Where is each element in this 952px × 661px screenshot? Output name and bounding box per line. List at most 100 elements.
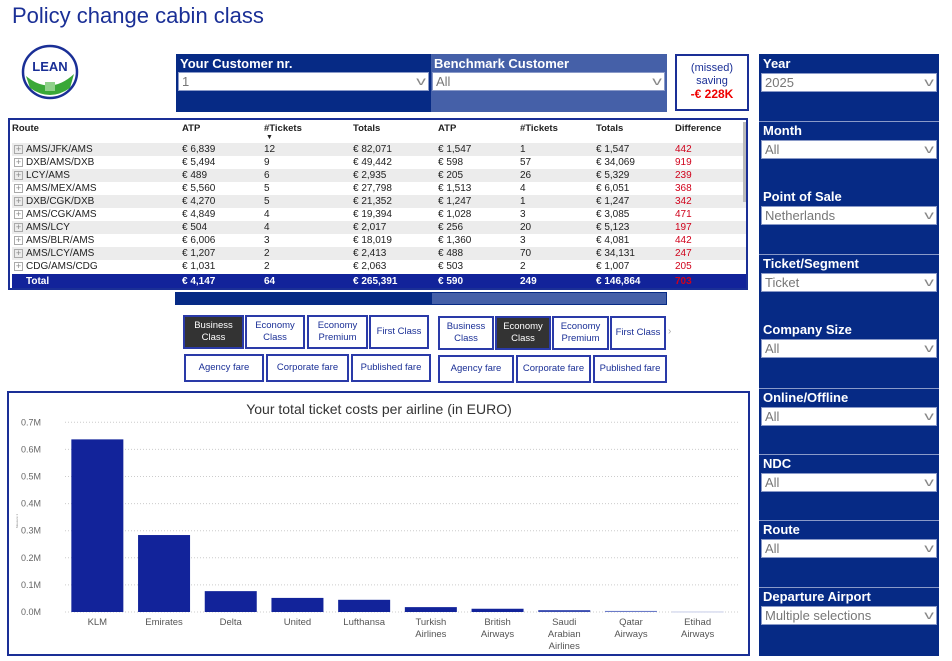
table-cell: 2 bbox=[264, 248, 270, 259]
bar[interactable] bbox=[604, 610, 657, 612]
table-cell: € 1,007 bbox=[596, 261, 630, 272]
table-cell: 57 bbox=[520, 157, 532, 168]
chevron-down-icon: v bbox=[924, 475, 934, 489]
column-header[interactable]: ATP bbox=[182, 122, 200, 135]
filter-dropdown[interactable]: All v bbox=[761, 473, 937, 492]
cabin-right-button[interactable]: Economy Premium bbox=[552, 316, 609, 350]
customer-dropdown[interactable]: 1v bbox=[178, 72, 429, 91]
table-cell: € 6,051 bbox=[596, 183, 630, 194]
table-cell: € 5,494 bbox=[182, 157, 216, 168]
column-header[interactable]: Difference bbox=[675, 122, 721, 135]
table-cell: € 489 bbox=[182, 170, 208, 181]
table-cell: € 1,360 bbox=[438, 235, 472, 246]
chevron-right-icon[interactable]: › bbox=[668, 326, 671, 337]
customer-value: 1 bbox=[182, 74, 190, 89]
cabin-left-button[interactable]: Economy Premium bbox=[307, 315, 368, 349]
expand-icon[interactable]: + bbox=[14, 171, 23, 180]
fare-right-button[interactable]: Agency fare bbox=[438, 355, 514, 383]
table-cell: € 1,547 bbox=[438, 144, 472, 155]
column-header[interactable]: Route bbox=[12, 122, 39, 135]
filter-dropdown[interactable]: Ticket v bbox=[761, 273, 937, 292]
fare-left-button[interactable]: Corporate fare bbox=[266, 354, 349, 382]
column-header[interactable]: #Tickets bbox=[520, 122, 558, 135]
bar[interactable] bbox=[404, 607, 457, 612]
filter-value: All bbox=[765, 409, 780, 424]
column-header[interactable]: Totals bbox=[596, 122, 623, 135]
table-cell: € 1,247 bbox=[596, 196, 630, 207]
expand-icon[interactable]: + bbox=[14, 145, 23, 154]
filter-dropdown[interactable]: All v bbox=[761, 339, 937, 358]
cabin-right-button[interactable]: Business Class bbox=[438, 316, 494, 350]
benchmark-dropdown[interactable]: All v bbox=[432, 72, 665, 91]
table-row: + LCY/AMS € 489 6 € 2,935 € 205 26 € 5,329 239 bbox=[12, 169, 746, 182]
filter-value: All bbox=[765, 475, 780, 490]
column-header[interactable]: Totals bbox=[353, 122, 380, 135]
total-row: Total € 4,147 64 € 265,391 € 590 249 € 146,864… bbox=[12, 274, 746, 288]
expand-icon[interactable]: + bbox=[14, 210, 23, 219]
expand-icon[interactable]: + bbox=[14, 236, 23, 245]
cabin-left-button[interactable]: Economy Class bbox=[245, 315, 305, 349]
fare-right-button[interactable]: Published fare bbox=[593, 355, 667, 383]
expand-icon[interactable]: + bbox=[14, 223, 23, 232]
table-cell: € 503 bbox=[438, 261, 464, 272]
table-cell: 12 bbox=[264, 144, 276, 155]
filter-dropdown[interactable]: Netherlands v bbox=[761, 206, 937, 225]
table-row: + AMS/BLR/AMS € 6,006 3 € 18,019 € 1,360 3 € 4,… bbox=[12, 234, 746, 247]
filter-dropdown[interactable]: All v bbox=[761, 407, 937, 426]
cabin-right-button[interactable]: Economy Class bbox=[495, 316, 551, 350]
filter-label: NDC bbox=[763, 456, 792, 471]
filter-value: All bbox=[765, 142, 780, 157]
table-cell: 197 bbox=[675, 222, 692, 233]
filter-dropdown[interactable]: Multiple selections v bbox=[761, 606, 937, 625]
customer-label: Your Customer nr. bbox=[180, 56, 293, 71]
filter-label: Departure Airport bbox=[763, 589, 871, 604]
under-bar-left bbox=[175, 292, 431, 305]
expand-icon[interactable]: + bbox=[14, 249, 23, 258]
bar[interactable] bbox=[71, 439, 124, 612]
filter-value: Netherlands bbox=[765, 208, 836, 223]
fare-left-button[interactable]: Published fare bbox=[351, 354, 431, 382]
cabin-right-button[interactable]: First Class bbox=[610, 316, 666, 350]
fare-left-button[interactable]: Agency fare bbox=[184, 354, 264, 382]
x-tick-label: Lufthansa bbox=[343, 617, 385, 628]
table-cell: € 2,935 bbox=[353, 170, 387, 181]
filter-dropdown[interactable]: All v bbox=[761, 140, 937, 159]
expand-icon[interactable]: + bbox=[14, 262, 23, 271]
bar[interactable] bbox=[138, 535, 191, 612]
table-cell: € 2,017 bbox=[353, 222, 387, 233]
expand-icon[interactable]: + bbox=[14, 184, 23, 193]
expand-icon[interactable]: + bbox=[14, 158, 23, 167]
table-cell: 6 bbox=[264, 170, 270, 181]
table-cell: € 6,006 bbox=[182, 235, 216, 246]
saving-value: -€ 228K bbox=[690, 87, 734, 101]
table-cell: € 5,329 bbox=[596, 170, 630, 181]
table-row: + DXB/CGK/DXB € 4,270 5 € 21,352 € 1,247 1 € 1,… bbox=[12, 195, 746, 208]
y-tick-label: 0.3M bbox=[21, 526, 41, 536]
table-row: + AMS/LCY € 504 4 € 2,017 € 256 20 € 5,123 197 bbox=[12, 221, 746, 234]
bar[interactable] bbox=[471, 608, 524, 612]
table-row: + CDG/AMS/CDG € 1,031 2 € 2,063 € 503 2 € 1,007… bbox=[12, 260, 746, 273]
total-cell: 64 bbox=[264, 276, 276, 287]
filter-value: 2025 bbox=[765, 75, 794, 90]
table-scrollbar[interactable] bbox=[743, 122, 746, 202]
y-axis-label: Measure 1 bbox=[15, 513, 19, 528]
cabin-left-button[interactable]: First Class bbox=[369, 315, 429, 349]
cabin-left-button[interactable]: Business Class bbox=[183, 315, 244, 349]
expand-icon[interactable]: + bbox=[14, 197, 23, 206]
chevron-down-icon: v bbox=[924, 142, 934, 156]
table-row: + DXB/AMS/DXB € 5,494 9 € 49,442 € 598 57 € 34,… bbox=[12, 156, 746, 169]
bar[interactable] bbox=[204, 591, 257, 612]
bar[interactable] bbox=[671, 611, 724, 613]
table-cell: AMS/BLR/AMS bbox=[26, 235, 95, 246]
bar[interactable] bbox=[271, 597, 324, 612]
fare-right-button[interactable]: Corporate fare bbox=[516, 355, 591, 383]
bar[interactable] bbox=[338, 599, 391, 612]
filter-dropdown[interactable]: 2025 v bbox=[761, 73, 937, 92]
table-cell: € 82,071 bbox=[353, 144, 392, 155]
filter-dropdown[interactable]: All v bbox=[761, 539, 937, 558]
total-cell: € 146,864 bbox=[596, 276, 641, 287]
y-tick-label: 0.6M bbox=[21, 444, 41, 454]
column-header[interactable]: ATP bbox=[438, 122, 456, 135]
bar[interactable] bbox=[538, 610, 591, 612]
table-cell: 1 bbox=[520, 144, 526, 155]
